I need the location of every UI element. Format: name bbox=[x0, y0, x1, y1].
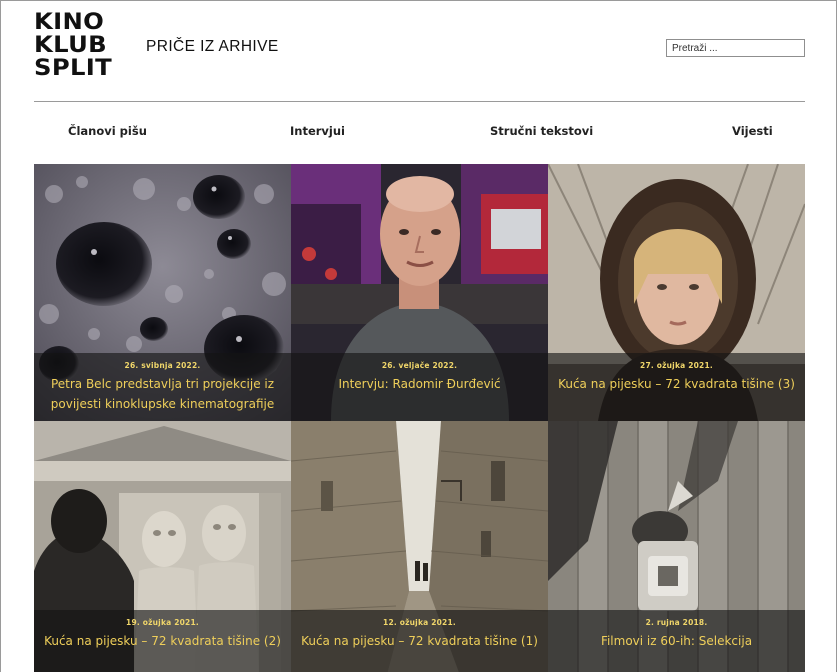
post-date: 26. veljače 2022. bbox=[381, 361, 458, 370]
post-card[interactable]: 26. veljače 2022. Intervju: Radomir Đurđ… bbox=[291, 164, 548, 421]
post-caption: 2. rujna 2018. Filmovi iz 60-ih: Selekci… bbox=[548, 610, 805, 672]
site-title[interactable]: PRIČE IZ ARHIVE bbox=[146, 38, 279, 56]
post-card[interactable]: 19. ožujka 2021. Kuća na pijesku – 72 kv… bbox=[34, 421, 291, 672]
logo-line: KLUB bbox=[34, 32, 108, 58]
post-title[interactable]: Filmovi iz 60-ih: Selekcija bbox=[556, 631, 797, 651]
site-logo[interactable]: KINO KLUB SPLIT bbox=[34, 11, 124, 80]
nav-item-intervjui[interactable]: Intervjui bbox=[290, 124, 345, 138]
post-card[interactable]: 12. ožujka 2021. Kuća na pijesku – 72 kv… bbox=[291, 421, 548, 672]
post-title[interactable]: Petra Belc predstavlja tri projekcije iz… bbox=[42, 374, 283, 414]
post-title[interactable]: Kuća na pijesku – 72 kvadrata tišine (2) bbox=[42, 631, 283, 651]
main-nav: Članovi pišu Intervjui Stručni tekstovi … bbox=[34, 124, 805, 144]
post-date: 19. ožujka 2021. bbox=[126, 618, 199, 627]
post-date: 27. ožujka 2021. bbox=[640, 361, 713, 370]
post-caption: 12. ožujka 2021. Kuća na pijesku – 72 kv… bbox=[291, 610, 548, 672]
post-date: 12. ožujka 2021. bbox=[383, 618, 456, 627]
logo-line: KINO bbox=[34, 9, 105, 35]
post-card[interactable]: 2. rujna 2018. Filmovi iz 60-ih: Selekci… bbox=[548, 421, 805, 672]
post-caption: 26. veljače 2022. Intervju: Radomir Đurđ… bbox=[291, 353, 548, 421]
nav-item-strucni-tekstovi[interactable]: Stručni tekstovi bbox=[490, 124, 593, 138]
post-title[interactable]: Kuća na pijesku – 72 kvadrata tišine (3) bbox=[556, 374, 797, 394]
post-card[interactable]: 26. svibnja 2022. Petra Belc predstavlja… bbox=[34, 164, 291, 421]
search-input[interactable] bbox=[666, 39, 805, 57]
post-card[interactable]: 27. ožujka 2021. Kuća na pijesku – 72 kv… bbox=[548, 164, 805, 421]
post-title[interactable]: Intervju: Radomir Đurđević bbox=[299, 374, 540, 394]
logo-line: SPLIT bbox=[34, 55, 113, 81]
post-date: 26. svibnja 2022. bbox=[124, 361, 201, 370]
nav-item-vijesti[interactable]: Vijesti bbox=[732, 124, 773, 138]
page-frame: KINO KLUB SPLIT PRIČE IZ ARHIVE Članovi … bbox=[0, 0, 837, 672]
post-date: 2. rujna 2018. bbox=[645, 618, 708, 627]
post-title[interactable]: Kuća na pijesku – 72 kvadrata tišine (1) bbox=[299, 631, 540, 651]
header-divider bbox=[34, 101, 805, 102]
posts-grid: 26. svibnja 2022. Petra Belc predstavlja… bbox=[34, 164, 805, 672]
post-caption: 19. ožujka 2021. Kuća na pijesku – 72 kv… bbox=[34, 610, 291, 672]
post-caption: 27. ožujka 2021. Kuća na pijesku – 72 kv… bbox=[548, 353, 805, 421]
post-caption: 26. svibnja 2022. Petra Belc predstavlja… bbox=[34, 353, 291, 421]
nav-item-clanovi-pisu[interactable]: Članovi pišu bbox=[68, 124, 147, 138]
